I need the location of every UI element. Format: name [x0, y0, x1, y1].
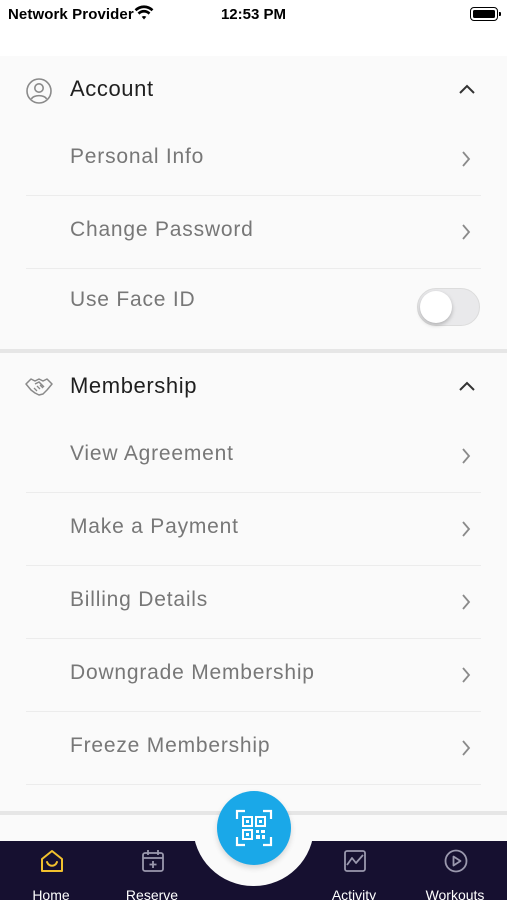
tab-reserve-label: Reserve	[125, 887, 179, 900]
tab-reserve[interactable]: Reserve	[107, 842, 197, 900]
freeze-membership-row[interactable]: Freeze Membership	[0, 712, 507, 785]
face-id-label: Use Face ID	[70, 288, 196, 311]
view-agreement-row[interactable]: View Agreement	[0, 420, 507, 493]
downgrade-membership-row[interactable]: Downgrade Membership	[0, 639, 507, 712]
make-payment-label: Make a Payment	[70, 515, 239, 538]
chevron-right-icon	[462, 667, 471, 683]
membership-section: Membership View Agreement Make a Payment…	[0, 353, 507, 813]
calendar-add-icon	[142, 850, 164, 872]
divider	[26, 784, 481, 785]
personal-info-row[interactable]: Personal Info	[0, 123, 507, 196]
activity-chart-icon	[344, 850, 366, 872]
chevron-right-icon	[462, 224, 471, 240]
billing-details-row[interactable]: Billing Details	[0, 566, 507, 639]
change-password-row[interactable]: Change Password	[0, 196, 507, 269]
chevron-up-icon[interactable]	[457, 81, 477, 97]
tab-activity[interactable]: Activity	[309, 842, 399, 900]
make-payment-row[interactable]: Make a Payment	[0, 493, 507, 566]
home-icon	[41, 850, 63, 872]
chevron-right-icon	[462, 151, 471, 167]
membership-title: Membership	[70, 373, 198, 398]
billing-details-label: Billing Details	[70, 588, 209, 611]
membership-header[interactable]: Membership	[0, 353, 507, 421]
toggle-knob	[420, 291, 452, 323]
handshake-icon	[25, 378, 53, 396]
clock: 12:53 PM	[220, 6, 287, 23]
tab-workouts[interactable]: Workouts	[410, 842, 500, 900]
user-circle-icon	[26, 78, 52, 104]
personal-info-label: Personal Info	[70, 145, 205, 168]
tab-home-label: Home	[32, 887, 70, 900]
status-bar: Network Provider 12:53 PM	[0, 0, 507, 30]
view-agreement-label: View Agreement	[70, 442, 234, 465]
chevron-up-icon[interactable]	[457, 378, 477, 394]
play-circle-icon	[444, 849, 468, 873]
tab-workouts-label: Workouts	[425, 887, 485, 900]
qr-code-icon	[235, 809, 273, 847]
battery-icon	[470, 7, 501, 21]
chevron-right-icon	[462, 594, 471, 610]
scan-qr-button[interactable]	[217, 791, 291, 865]
account-header[interactable]: Account	[0, 56, 507, 124]
tab-activity-label: Activity	[331, 887, 377, 900]
chevron-right-icon	[462, 448, 471, 464]
face-id-toggle[interactable]	[417, 288, 480, 326]
face-id-row: Use Face ID	[0, 268, 507, 348]
account-section: Account Personal Info Change Password Us…	[0, 56, 507, 351]
account-title: Account	[70, 76, 154, 101]
chevron-right-icon	[462, 740, 471, 756]
change-password-label: Change Password	[70, 218, 254, 241]
downgrade-membership-label: Downgrade Membership	[70, 661, 315, 684]
freeze-membership-label: Freeze Membership	[70, 734, 271, 757]
tab-home[interactable]: Home	[6, 842, 96, 900]
chevron-right-icon	[462, 521, 471, 537]
